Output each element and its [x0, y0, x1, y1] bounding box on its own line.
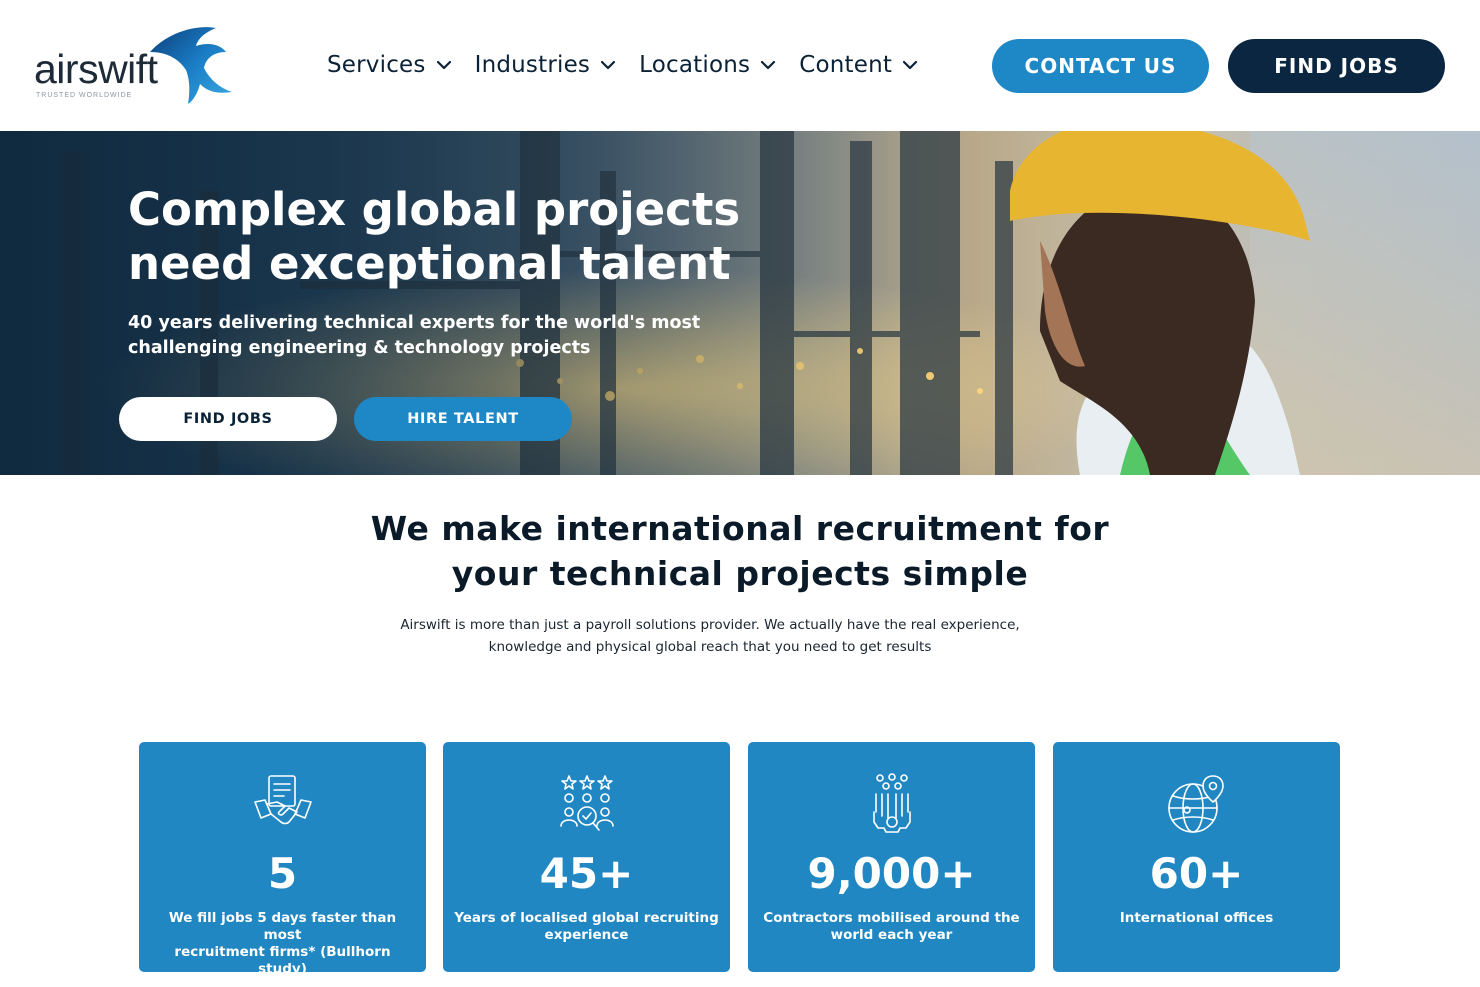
hero-find-jobs-button[interactable]: FIND JOBS — [119, 397, 337, 441]
logo-tagline: TRUSTED WORLDWIDE — [36, 92, 133, 99]
hero-banner: Complex global projects need exceptional… — [0, 131, 1480, 475]
stat-label-line: Contractors mobilised around the — [763, 910, 1020, 926]
hero-title-line: need exceptional talent — [128, 237, 731, 290]
nav-item-locations[interactable]: Locations — [639, 44, 799, 86]
workforce-gear-icon — [872, 773, 911, 833]
nav-label: Locations — [639, 52, 751, 78]
find-jobs-header-button[interactable]: FIND JOBS — [1228, 39, 1445, 93]
intro-paragraph-line: knowledge and physical global reach that… — [488, 639, 932, 655]
stat-label-line: Years of localised global recruiting — [454, 910, 719, 926]
nav-item-industries[interactable]: Industries — [475, 44, 640, 86]
stat-label: We fill jobs 5 days faster than most rec… — [149, 910, 416, 978]
nav-item-content[interactable]: Content — [799, 44, 941, 86]
stat-label-line: world each year — [830, 927, 953, 943]
chevron-down-icon — [436, 60, 451, 70]
chevron-down-icon — [601, 60, 616, 70]
handshake-contract-icon — [253, 775, 312, 825]
stat-label: Years of localised global recruiting exp… — [453, 910, 720, 944]
intro-paragraph-line: Airswift is more than just a payroll sol… — [400, 617, 1020, 633]
chevron-down-icon — [761, 60, 776, 70]
stat-label: International offices — [1063, 910, 1330, 927]
hero-title: Complex global projects need exceptional… — [128, 183, 828, 291]
stat-card-offices: 60+ International offices — [1053, 742, 1340, 972]
stat-card-experience: 45+ Years of localised global recruiting… — [443, 742, 730, 972]
site-header: airswift TRUSTED WORLDWIDE Services Indu… — [0, 0, 1480, 131]
nav-label: Industries — [474, 52, 591, 78]
stat-label-line: recruitment firms* (Bullhorn study) — [174, 944, 391, 977]
globe-location-pin-icon — [1167, 775, 1224, 833]
intro-paragraph: Airswift is more than just a payroll sol… — [340, 614, 1080, 658]
chevron-down-icon — [902, 60, 918, 70]
intro-heading-line: We make international recruitment for — [370, 509, 1110, 548]
intro-heading: We make international recruitment for yo… — [300, 506, 1180, 596]
rated-team-search-icon — [559, 775, 614, 831]
contact-us-button[interactable]: CONTACT US — [992, 39, 1209, 93]
hero-subtitle-line: 40 years delivering technical experts fo… — [128, 313, 701, 333]
nav-item-services[interactable]: Services — [327, 44, 475, 86]
stat-label-line: We fill jobs 5 days faster than most — [168, 910, 397, 943]
hero-subtitle: 40 years delivering technical experts fo… — [128, 311, 768, 361]
stat-card-speed: 5 We fill jobs 5 days faster than most r… — [139, 742, 426, 977]
airswift-logo[interactable]: airswift TRUSTED WORLDWIDE — [34, 22, 234, 106]
stat-card-contractors: 9,000+ Contractors mobilised around the … — [748, 742, 1035, 972]
hero-subtitle-line: challenging engineering & technology pro… — [128, 338, 591, 358]
stat-label: Contractors mobilised around the world e… — [758, 910, 1025, 944]
stat-label-line: experience — [544, 927, 629, 943]
logo-wordmark: airswift — [34, 46, 158, 92]
stat-value: 5 — [267, 849, 298, 898]
hero-title-line: Complex global projects — [128, 183, 741, 236]
swift-bird-logo-icon — [150, 27, 232, 104]
intro-heading-line: your technical projects simple — [451, 554, 1029, 593]
stat-value: 45+ — [539, 849, 634, 898]
nav-label: Services — [327, 52, 426, 78]
stats-section: 5 We fill jobs 5 days faster than most r… — [139, 742, 1341, 977]
main-nav: Services Industries Locations Content — [327, 44, 941, 86]
hero-hire-talent-button[interactable]: HIRE TALENT — [354, 397, 572, 441]
nav-label: Content — [799, 52, 893, 78]
stat-value: 9,000+ — [807, 849, 976, 898]
stat-value: 60+ — [1149, 849, 1244, 898]
stat-label-line: International offices — [1119, 910, 1274, 926]
